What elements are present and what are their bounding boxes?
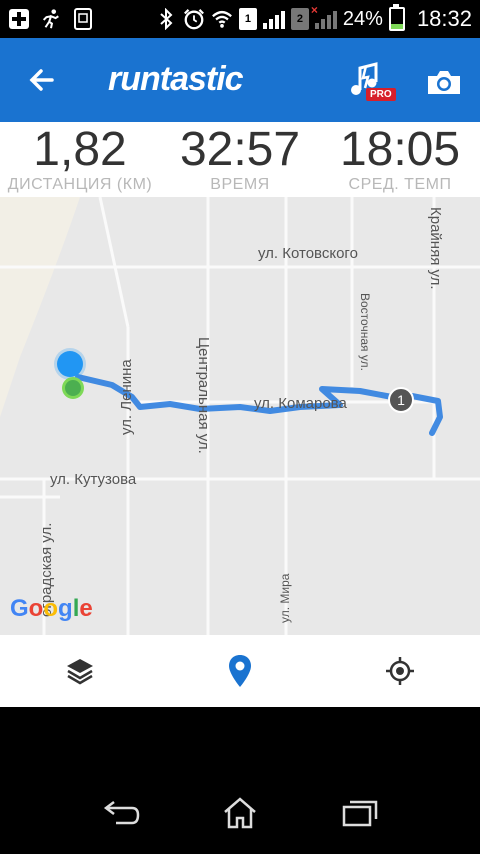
stat-time: 32:57 ВРЕМЯ (160, 122, 320, 197)
street-mira: ул. Мира (278, 573, 292, 623)
sim2-signal-icon: × (311, 3, 337, 29)
app-logo: runtastic (108, 60, 244, 98)
layers-icon[interactable] (62, 653, 98, 689)
distance-value: 1,82 (33, 123, 127, 176)
street-krainyaya: Крайняя ул. (427, 207, 444, 290)
sim1-signal-icon (262, 9, 285, 29)
screenshot-icon (72, 8, 94, 30)
camera-icon[interactable] (426, 68, 462, 96)
street-centralnaya: Центральная ул. (195, 337, 212, 454)
sim1-icon: 1 (238, 8, 257, 30)
street-lenina: ул. Ленина (118, 359, 135, 435)
back-icon[interactable] (98, 793, 146, 833)
time-value: 32:57 (179, 123, 301, 176)
battery-percent: 24% (342, 7, 383, 30)
add-icon (8, 8, 30, 30)
battery-icon (388, 4, 405, 31)
bluetooth-icon (155, 8, 177, 30)
map-view[interactable]: ул. Котовского ул. Комарова ул. Кутузова… (0, 197, 480, 635)
back-arrow-icon[interactable] (24, 60, 64, 100)
stats-panel: 1,82 ДИСТАНЦИЯ (КМ) 32:57 ВРЕМЯ 18:05 СР… (0, 122, 480, 197)
street-komarova: ул. Комарова (254, 395, 347, 412)
runner-icon (40, 8, 62, 30)
location-pin-icon[interactable] (222, 653, 258, 689)
street-vostochnaya: Восточная ул. (358, 293, 372, 371)
clock: 18:32 (416, 6, 472, 31)
home-icon[interactable] (216, 793, 264, 833)
time-label: ВРЕМЯ (210, 176, 270, 193)
pace-label: СРЕД. ТЕМП (348, 176, 452, 193)
recents-icon[interactable] (336, 793, 384, 833)
wifi-icon (211, 8, 233, 30)
stat-distance: 1,82 ДИСТАНЦИЯ (КМ) (0, 122, 160, 197)
km-marker: 1 (388, 387, 414, 413)
distance-label: ДИСТАНЦИЯ (КМ) (7, 176, 153, 193)
status-bar: 1 2 × 24% 18:32 (0, 0, 480, 38)
my-location-icon[interactable] (382, 653, 418, 689)
app-bar: runtastic PRO (0, 38, 480, 122)
pro-badge: PRO (366, 88, 396, 101)
street-kutuzova: ул. Кутузова (50, 471, 137, 488)
alarm-icon (183, 8, 205, 30)
google-logo: Google (10, 595, 93, 622)
stat-pace: 18:05 СРЕД. ТЕМП (320, 122, 480, 197)
map-bottom-bar (0, 635, 480, 707)
map-canvas (0, 197, 480, 635)
sim2-icon: 2 (290, 8, 309, 30)
street-kotovskogo: ул. Котовского (258, 245, 358, 262)
system-nav-bar (0, 707, 480, 854)
pace-value: 18:05 (339, 123, 461, 176)
start-marker (62, 377, 84, 399)
position-marker (57, 351, 83, 377)
